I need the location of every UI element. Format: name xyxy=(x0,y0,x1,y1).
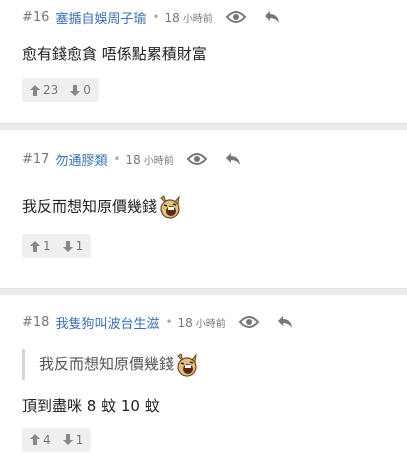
post-header: #18 我隻狗叫波台生滋 • 18 小時前 xyxy=(0,295,407,339)
post-content: 頂到盡咪 8 蚊 10 蚊 xyxy=(22,396,160,415)
post-number: #16 xyxy=(22,9,50,25)
quoted-reply: 我反而想知原價幾錢 xyxy=(22,349,385,380)
post-content: 我反而想知原價幾錢 xyxy=(0,176,407,220)
post-header: #16 塞揗自娛周子瑜 • 18 小時前 xyxy=(0,0,407,34)
vote-bar: 4 1 xyxy=(0,418,407,452)
post-text: 我反而想知原價幾錢 xyxy=(22,197,158,216)
separator-dot: • xyxy=(152,10,160,24)
eye-icon[interactable] xyxy=(236,312,262,332)
vote-box: 23 0 xyxy=(22,78,99,102)
downvote-button[interactable]: 1 xyxy=(62,239,84,253)
laughing-face-sticker-icon xyxy=(174,352,200,378)
upvote-button[interactable]: 4 xyxy=(30,433,51,447)
arrow-up-icon xyxy=(30,434,40,445)
downvote-count: 0 xyxy=(83,83,91,97)
reply-icon[interactable] xyxy=(272,312,298,332)
upvote-count: 1 xyxy=(43,239,51,253)
post-number: #18 xyxy=(22,314,50,330)
laughing-face-sticker-icon xyxy=(157,194,183,220)
upvote-button[interactable]: 1 xyxy=(30,239,51,253)
post-time: 18 小時前 xyxy=(125,152,174,167)
arrow-up-icon xyxy=(30,84,40,96)
arrow-down-icon xyxy=(62,240,73,252)
post-16: #16 塞揗自娛周子瑜 • 18 小時前 愈有錢愈貪 唔係點累積財富 23 0 xyxy=(0,0,407,123)
downvote-button[interactable]: 0 xyxy=(70,83,91,97)
vote-bar: 1 1 xyxy=(0,220,407,258)
vote-box: 1 1 xyxy=(22,234,92,258)
eye-icon[interactable] xyxy=(184,149,210,169)
reply-icon[interactable] xyxy=(220,149,246,169)
post-content: 愈有錢愈貪 唔係點累積財富 xyxy=(22,45,207,63)
vote-box: 4 1 xyxy=(22,427,92,452)
username-link[interactable]: 我隻狗叫波台生滋 xyxy=(55,313,159,332)
post-header: #17 勿通膠類 • 18 小時前 xyxy=(0,130,407,176)
reply-icon[interactable] xyxy=(259,7,285,27)
post-number: #17 xyxy=(22,151,50,167)
separator-dot: • xyxy=(113,152,121,166)
post-divider xyxy=(0,123,407,130)
post-time: 18 小時前 xyxy=(164,10,213,25)
upvote-count: 23 xyxy=(43,83,59,97)
post-time: 18 小時前 xyxy=(177,315,226,330)
downvote-count: 1 xyxy=(75,239,84,253)
post-divider xyxy=(0,288,407,295)
arrow-down-icon xyxy=(70,84,81,96)
arrow-up-icon xyxy=(30,240,40,252)
separator-dot: • xyxy=(165,315,173,329)
username-link[interactable]: 勿通膠類 xyxy=(55,150,107,169)
post-17: #17 勿通膠類 • 18 小時前 我反而想知原價幾錢 1 1 xyxy=(0,130,407,288)
post-18: #18 我隻狗叫波台生滋 • 18 小時前 我反而想知原價幾錢 頂到盡咪 8 蚊 … xyxy=(0,295,407,463)
vote-bar: 23 0 xyxy=(0,66,407,102)
arrow-down-icon xyxy=(62,434,73,445)
upvote-count: 4 xyxy=(43,432,51,447)
downvote-count: 1 xyxy=(75,432,84,447)
quote-text: 我反而想知原價幾錢 xyxy=(39,355,175,373)
upvote-button[interactable]: 23 xyxy=(30,83,58,97)
eye-icon[interactable] xyxy=(223,7,249,27)
username-link[interactable]: 塞揗自娛周子瑜 xyxy=(55,8,146,27)
downvote-button[interactable]: 1 xyxy=(62,432,84,447)
